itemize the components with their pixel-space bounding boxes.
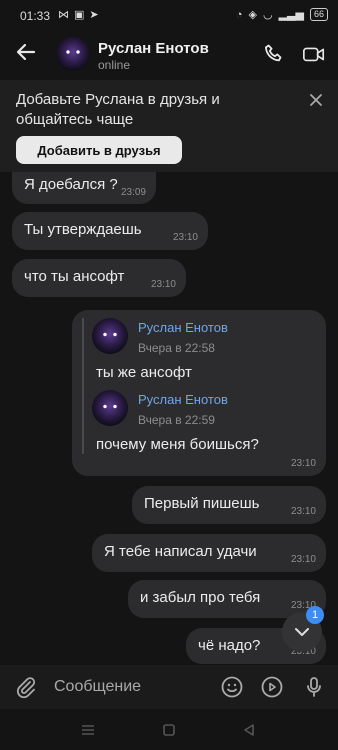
mic-icon[interactable] — [302, 675, 326, 699]
wifi-icon: ◡ — [262, 9, 273, 21]
contact-name[interactable]: Руслан Енотов — [98, 40, 209, 57]
message-text: Первый пишешь — [144, 495, 260, 512]
app-icon: ▣ — [74, 9, 85, 21]
message-text: Я доебался ? — [24, 176, 118, 193]
chevron-down-icon — [295, 628, 309, 636]
play-icon[interactable] — [260, 675, 284, 699]
message-text: Я тебе написал удачи — [104, 543, 257, 560]
phone-icon[interactable] — [262, 42, 286, 66]
close-icon[interactable] — [308, 92, 324, 108]
message-time: 23:10 — [150, 279, 176, 290]
avatar[interactable] — [92, 390, 128, 426]
avatar[interactable] — [92, 318, 128, 354]
telegram-icon: ➤ — [89, 9, 99, 21]
wifi-call-icon: ⋈ — [58, 9, 69, 21]
message-text: Ты утверждаешь — [24, 221, 142, 238]
message-bubble[interactable]: что ты ансофт 23:10 — [12, 259, 186, 297]
forward-text: почему меня боишься? — [96, 436, 259, 453]
message-time: 23:10 — [290, 458, 316, 469]
forward-author[interactable]: Руслан Енотов — [138, 392, 228, 407]
avatar[interactable] — [56, 37, 90, 71]
vibrate-icon: ◈ — [248, 9, 257, 21]
signal-icon: ▂▃▅ — [278, 9, 304, 21]
forward-text: ты же ансофт — [96, 364, 192, 381]
status-time: 01:33 — [20, 9, 51, 23]
message-time: 23:10 — [172, 232, 198, 243]
contact-status: online — [98, 58, 131, 72]
forward-line — [82, 318, 84, 454]
message-bubble[interactable]: Первый пишешь 23:10 — [132, 486, 326, 524]
forward-date: Вчера в 22:58 — [138, 341, 215, 355]
add-friend-banner: Добавьте Руслана в друзья и общайтесь ча… — [0, 80, 338, 172]
alarm-icon: ◔ — [235, 8, 243, 21]
message-time: 23:09 — [120, 187, 146, 198]
emoji-icon[interactable] — [220, 675, 244, 699]
message-time: 23:10 — [290, 506, 316, 517]
message-bubble[interactable]: Я тебе написал удачи 23:10 — [92, 534, 326, 572]
battery-icon: 66 — [309, 8, 328, 21]
forward-date: Вчера в 22:59 — [138, 413, 215, 427]
message-text: и забыл про тебя — [140, 589, 261, 606]
message-time: 23:10 — [290, 554, 316, 565]
message-bubble[interactable]: Ты утверждаешь 23:10 — [12, 212, 208, 250]
system-icons: ◔ ◈ ◡ ▂▃▅ 66 — [236, 8, 328, 21]
back-arrow-icon[interactable] — [14, 40, 38, 64]
message-text: что ты ансофт — [24, 268, 125, 285]
video-icon[interactable] — [302, 42, 326, 66]
message-composer: Сообщение — [0, 665, 338, 709]
banner-text: Добавьте Руслана в друзья и общайтесь ча… — [16, 91, 220, 128]
add-friend-button[interactable]: Добавить в друзья — [16, 136, 182, 164]
home-icon[interactable] — [162, 723, 176, 737]
chat-header: Руслан Енотов online — [0, 32, 338, 76]
message-bubble[interactable]: Я доебался ? 23:09 — [12, 172, 156, 204]
system-navbar — [0, 709, 338, 750]
unread-badge: 1 — [306, 606, 324, 624]
back-nav-icon[interactable] — [242, 723, 256, 737]
forward-author[interactable]: Руслан Енотов — [138, 320, 228, 335]
notification-icons: ⋈ ▣ ➤ — [58, 8, 99, 21]
message-text: чё надо? — [198, 637, 261, 654]
attach-icon[interactable] — [14, 675, 38, 699]
forwarded-message-bubble[interactable]: Руслан Енотов Вчера в 22:58 ты же ансофт… — [72, 310, 326, 476]
message-input[interactable]: Сообщение — [54, 678, 141, 696]
status-bar: 01:33 ⋈ ▣ ➤ ◔ ◈ ◡ ▂▃▅ 66 — [0, 0, 338, 32]
menu-icon[interactable] — [80, 723, 96, 737]
